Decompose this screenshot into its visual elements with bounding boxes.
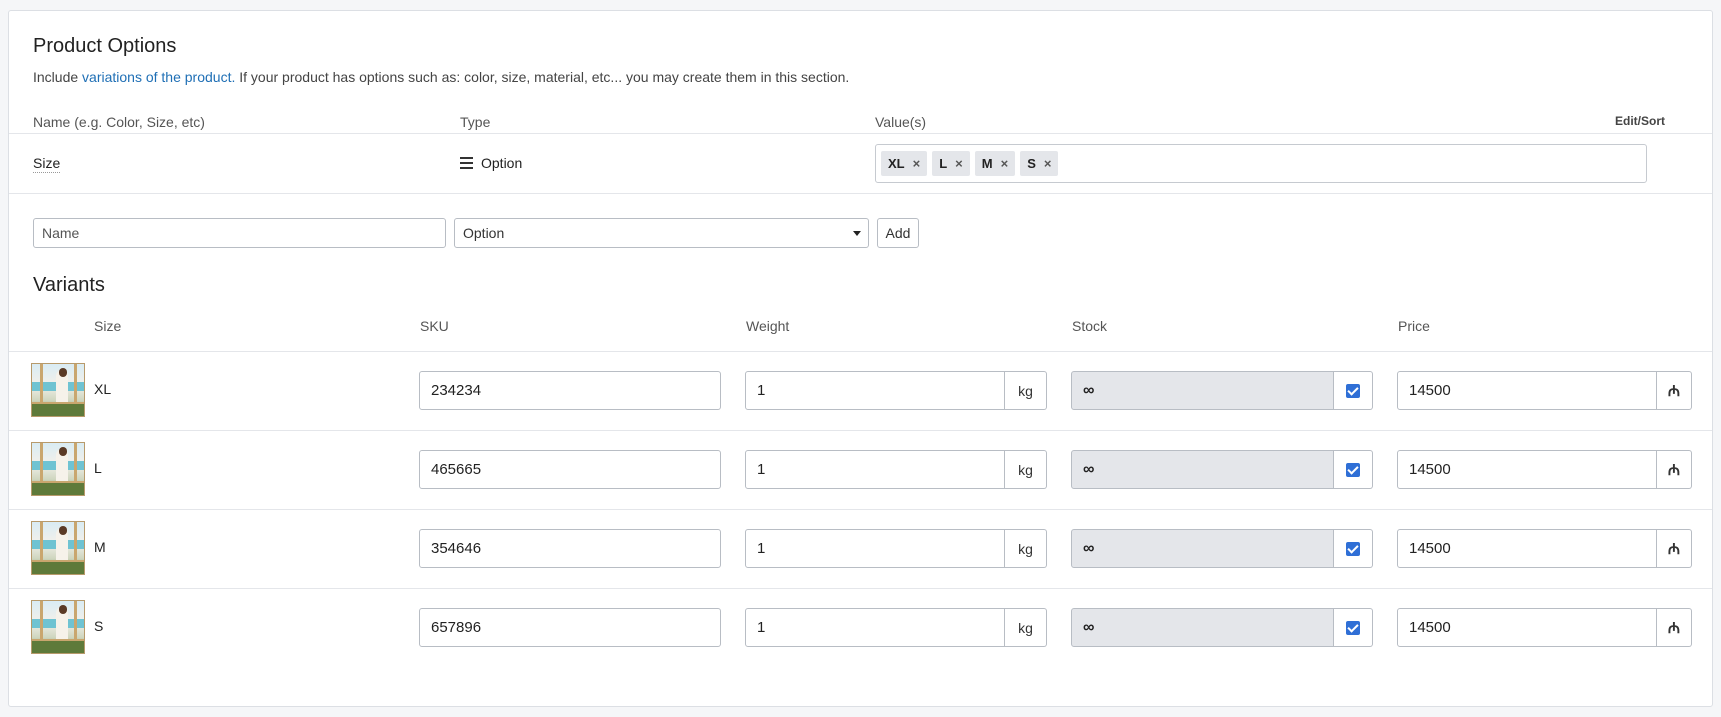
new-option-name-input[interactable]: Name [33, 218, 446, 248]
stock-input[interactable]: ∞ [1071, 529, 1334, 568]
sku-input[interactable]: 354646 [419, 529, 721, 568]
price-input[interactable]: 14500 [1397, 608, 1657, 647]
product-options-card: Product Options Include variations of th… [8, 10, 1713, 707]
stock-input[interactable]: ∞ [1071, 608, 1334, 647]
weight-unit: kg [1005, 529, 1047, 568]
close-icon[interactable]: × [913, 156, 921, 171]
variant-size: S [94, 618, 104, 634]
weight-unit: kg [1005, 371, 1047, 410]
option-type-label: Option [481, 155, 523, 171]
variant-thumbnail[interactable] [31, 521, 85, 575]
variants-header-sku: SKU [420, 318, 449, 334]
weight-unit: kg [1005, 608, 1047, 647]
value-tag: XL × [881, 151, 928, 176]
variant-thumbnail[interactable] [31, 442, 85, 496]
description-suffix: If your product has options such as: col… [235, 69, 850, 85]
value-tag-label: S [1027, 156, 1036, 171]
close-icon[interactable]: × [955, 156, 963, 171]
option-values-input[interactable]: XL × L × M × S × [875, 144, 1647, 183]
variations-link[interactable]: variations of the product. [82, 69, 235, 85]
variant-size: L [94, 460, 102, 476]
variant-size: XL [94, 381, 112, 397]
value-tag-label: XL [888, 156, 905, 171]
checkbox-checked-icon [1346, 462, 1360, 477]
variant-size: M [94, 539, 106, 555]
chevron-down-icon [853, 231, 861, 236]
weight-input[interactable]: 1 [745, 608, 1005, 647]
variants-header-weight: Weight [746, 318, 790, 334]
value-tag-label: M [981, 156, 993, 171]
value-tag: S × [1020, 151, 1059, 176]
divider [9, 133, 1712, 134]
variants-header-size: Size [94, 318, 122, 334]
product-options-title: Product Options [33, 35, 177, 57]
variants-header-stock: Stock [1072, 318, 1108, 334]
divider [9, 430, 1712, 431]
divider [9, 351, 1712, 352]
price-input[interactable]: 14500 [1397, 371, 1657, 410]
weight-unit: kg [1005, 450, 1047, 489]
price-input[interactable]: 14500 [1397, 529, 1657, 568]
sku-input[interactable]: 234234 [419, 371, 721, 410]
new-option-type-value: Option [463, 225, 505, 241]
unlimited-stock-checkbox[interactable] [1334, 450, 1373, 489]
edit-sort-link[interactable]: Edit/Sort [1615, 114, 1665, 128]
close-icon[interactable]: × [1044, 156, 1052, 171]
variants-header-price: Price [1398, 318, 1430, 334]
stock-input[interactable]: ∞ [1071, 450, 1334, 489]
value-tag: M × [974, 151, 1016, 176]
option-name[interactable]: Size [33, 155, 61, 173]
unlimited-stock-checkbox[interactable] [1334, 608, 1373, 647]
column-header-name: Name (e.g. Color, Size, etc) [33, 114, 205, 130]
divider [9, 509, 1712, 510]
currency-symbol: ₼ [1657, 529, 1692, 568]
unlimited-stock-checkbox[interactable] [1334, 371, 1373, 410]
column-header-values: Value(s) [875, 114, 927, 130]
list-icon [460, 157, 473, 169]
variants-title: Variants [33, 274, 105, 296]
column-header-type: Type [460, 114, 491, 130]
currency-symbol: ₼ [1657, 371, 1692, 410]
divider [9, 193, 1712, 194]
weight-input[interactable]: 1 [745, 529, 1005, 568]
weight-input[interactable]: 1 [745, 371, 1005, 410]
variant-thumbnail[interactable] [31, 363, 85, 417]
stock-input[interactable]: ∞ [1071, 371, 1334, 410]
option-type: Option [460, 155, 522, 171]
description-prefix: Include [33, 69, 83, 85]
price-input[interactable]: 14500 [1397, 450, 1657, 489]
unlimited-stock-checkbox[interactable] [1334, 529, 1373, 568]
value-tag: L × [932, 151, 970, 176]
add-option-button[interactable]: Add [877, 218, 919, 248]
variant-thumbnail[interactable] [31, 600, 85, 654]
sku-input[interactable]: 657896 [419, 608, 721, 647]
checkbox-checked-icon [1346, 383, 1360, 398]
sku-input[interactable]: 465665 [419, 450, 721, 489]
checkbox-checked-icon [1346, 541, 1360, 556]
currency-symbol: ₼ [1657, 608, 1692, 647]
value-tag-label: L [939, 156, 948, 171]
currency-symbol: ₼ [1657, 450, 1692, 489]
product-options-description: Include variations of the product. If yo… [33, 69, 849, 85]
weight-input[interactable]: 1 [745, 450, 1005, 489]
close-icon[interactable]: × [1001, 156, 1009, 171]
divider [9, 588, 1712, 589]
new-option-type-select[interactable]: Option [454, 218, 869, 248]
checkbox-checked-icon [1346, 620, 1360, 635]
